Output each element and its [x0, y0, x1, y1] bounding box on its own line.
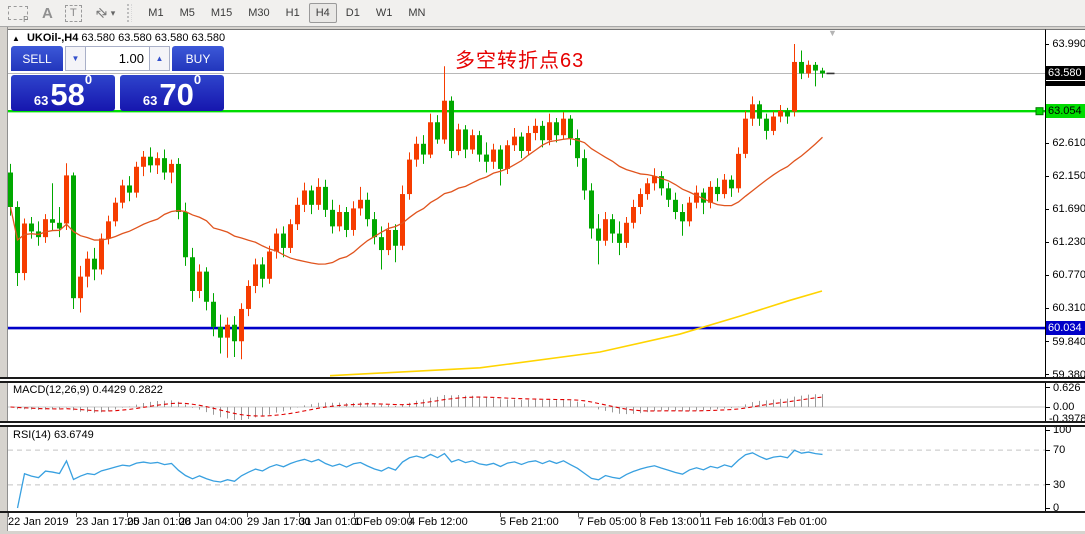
time-label: 7 Feb 05:00: [578, 516, 637, 528]
timeframe-button-m30[interactable]: M30: [241, 3, 276, 23]
timeframe-button-h4[interactable]: H4: [309, 3, 337, 23]
macd-axis-tick: 0.00: [1046, 401, 1085, 413]
ask-big-figure: 63: [143, 93, 157, 108]
chevron-down-icon[interactable]: ▾: [111, 8, 116, 19]
panel-splitter: [0, 511, 1085, 513]
toolbar: F A T ⇄ ▾ M1M5M15M30H1H4D1W1MN: [0, 0, 1085, 27]
volume-down-button[interactable]: ▼: [65, 46, 86, 71]
ask-pipette: 0: [194, 75, 201, 85]
volume-up-button[interactable]: ▲: [149, 46, 170, 71]
timeframe-button-m15[interactable]: M15: [204, 3, 239, 23]
text-label-tool-icon[interactable]: A: [42, 5, 53, 22]
current-price-badge: 63.580: [1046, 66, 1085, 80]
chinese-annotation: 多空转折点63: [455, 44, 584, 73]
timeframe-button-h1[interactable]: H1: [279, 3, 307, 23]
sell-button[interactable]: SELL: [11, 46, 63, 71]
bid-price-display[interactable]: 63 58 0: [11, 75, 115, 111]
macd-indicator-label: MACD(12,26,9) 0.4429 0.2822: [13, 384, 163, 396]
one-click-trading-panel: SELL ▼ 1.00 ▲ BUY 63 58 0 63 70 0: [11, 46, 238, 111]
time-label: 4 Feb 12:00: [409, 516, 468, 528]
hline-handle[interactable]: [1036, 108, 1043, 115]
bid-big-figure: 63: [34, 93, 48, 108]
template-frame-icon[interactable]: F: [8, 6, 28, 20]
timeframe-button-d1[interactable]: D1: [339, 3, 367, 23]
rsi-line: [18, 450, 823, 508]
ask-price-display[interactable]: 63 70 0: [120, 75, 224, 111]
window-left-frame: [0, 27, 8, 534]
time-label: 5 Feb 21:00: [500, 516, 559, 528]
time-label: 8 Feb 13:00: [640, 516, 699, 528]
macd-chart: [8, 383, 1045, 421]
arrow-objects-icon[interactable]: ⇄: [96, 5, 107, 21]
rsi-axis-tick: 70: [1046, 444, 1085, 456]
time-label: 1 Feb 09:00: [354, 516, 413, 528]
time-label: 13 Feb 01:00: [762, 516, 827, 528]
price-tick: 59.840: [1046, 336, 1085, 348]
rsi-chart: [8, 427, 1045, 511]
price-tick: 61.690: [1046, 203, 1085, 215]
partial-price-badge: [1046, 81, 1085, 86]
price-tick: 62.610: [1046, 137, 1085, 149]
price-tick: 62.150: [1046, 170, 1085, 182]
time-label: 28 Jan 04:00: [179, 516, 243, 528]
support-price-badge: 60.034: [1046, 321, 1085, 335]
timeframe-button-mn[interactable]: MN: [401, 3, 432, 23]
time-label: 22 Jan 2019: [8, 516, 69, 528]
timeframe-bar: M1M5M15M30H1H4D1W1MN: [140, 3, 433, 23]
price-tick: 61.230: [1046, 236, 1085, 248]
ohlc-quotes: 63.580 63.580 63.580 63.580: [81, 32, 225, 44]
price-tick: 63.990: [1046, 38, 1085, 50]
macd-axis-tick: 0.626: [1046, 382, 1085, 394]
bid-pipette: 0: [85, 75, 92, 85]
rsi-indicator-label: RSI(14) 63.6749: [13, 429, 94, 441]
timeframe-button-m5[interactable]: M5: [173, 3, 202, 23]
toolbar-separator: [127, 4, 132, 22]
collapse-triangle-icon[interactable]: ▲: [12, 34, 20, 43]
chart-header: ▲ UKOil-,H4 63.580 63.580 63.580 63.580: [12, 32, 225, 44]
volume-input[interactable]: 1.00: [86, 46, 149, 71]
text-tool-icon[interactable]: T: [65, 5, 82, 22]
price-tick: 60.770: [1046, 269, 1085, 281]
panel-splitter[interactable]: [0, 377, 1085, 383]
panel-splitter[interactable]: [0, 421, 1085, 427]
symbol-title: UKOil-,H4: [27, 32, 78, 44]
rsi-axis-tick: 30: [1046, 479, 1085, 491]
timeframe-button-w1[interactable]: W1: [369, 3, 400, 23]
mt4-window: F A T ⇄ ▾ M1M5M15M30H1H4D1W1MN ▲ UKOil-,…: [0, 0, 1085, 534]
timeframe-button-m1[interactable]: M1: [141, 3, 170, 23]
ask-pips: 70: [159, 82, 193, 108]
resistance-price-badge: 63.054: [1046, 104, 1085, 118]
slow-ma-line: [330, 291, 822, 376]
chart-shift-marker-icon[interactable]: ▼: [828, 28, 837, 38]
time-label: 11 Feb 16:00: [700, 516, 764, 528]
buy-button[interactable]: BUY: [172, 46, 224, 71]
bid-pips: 58: [50, 82, 84, 108]
price-tick: 60.310: [1046, 302, 1085, 314]
